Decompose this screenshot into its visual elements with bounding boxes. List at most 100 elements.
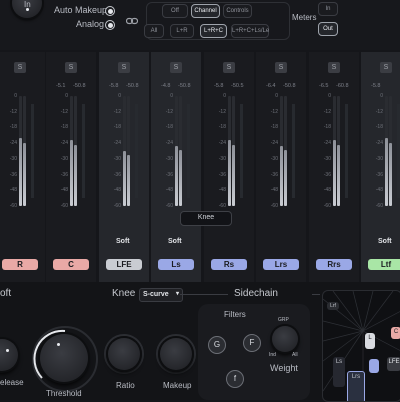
link-lrc-button[interactable]: L+R+C (200, 24, 227, 38)
solo-button[interactable]: S (118, 62, 130, 73)
meter-scale-tick: -60 (60, 203, 68, 209)
level-meter-fill (179, 150, 182, 206)
channel-name-chip[interactable]: Ltf (368, 259, 400, 270)
ratio-label: Ratio (116, 381, 135, 390)
meter-scale-tick: -24 (9, 140, 17, 147)
meter-scale-tick: -48 (9, 187, 17, 194)
solo-button[interactable]: S (65, 62, 77, 73)
solo-button[interactable]: S (14, 62, 26, 73)
auto-makeup-radio[interactable] (105, 6, 115, 16)
makeup-label: Makeup (163, 381, 192, 390)
knob-indicator (6, 349, 9, 352)
speaker-lrf[interactable]: Lrf (327, 302, 339, 310)
analog-radio[interactable] (105, 20, 115, 30)
ratio-knob[interactable] (108, 338, 140, 370)
meter-scale-tick: -48 (113, 187, 121, 194)
level-meter (179, 96, 182, 206)
filter-g-knob[interactable]: G (208, 336, 226, 354)
mode-off-button[interactable]: Off (162, 4, 188, 18)
meter-scale-tick: -18 (60, 124, 68, 131)
release-knob[interactable] (0, 339, 18, 371)
channel-strip: S -4.8 -50.8 0 -12 -18 -24 -30 -36 -48 -60 Soft Ls (151, 52, 201, 282)
solo-button[interactable]: S (380, 62, 392, 73)
knee-label: Knee (112, 288, 136, 299)
divider (312, 294, 320, 295)
meter-scale-tick: 0 (223, 93, 226, 99)
weight-knob[interactable] (272, 326, 298, 352)
solo-button[interactable]: S (275, 62, 287, 73)
peak-in-value: -6.5 (319, 83, 329, 89)
channel-strip: S -5.8 0 -12 -18 -24 -30 -36 -48 -60 Soft Ltf (361, 52, 400, 282)
meter-scale-tick: -18 (375, 124, 383, 131)
speaker-ls[interactable]: Ls (333, 357, 345, 387)
channel-name-chip[interactable]: Rs (211, 259, 247, 270)
meter-scale-tick: -30 (113, 155, 121, 162)
link-icon[interactable] (125, 12, 139, 25)
level-meter-fill (19, 137, 22, 206)
solo-button[interactable]: S (170, 62, 182, 73)
meters-out-button[interactable]: Out (318, 22, 338, 36)
mode-channel-button[interactable]: Channel (191, 4, 220, 18)
meter-scale-tick: -60 (9, 203, 17, 209)
meter-scale-tick: -30 (218, 155, 226, 162)
speaker-lrs[interactable]: Lrs (347, 371, 365, 401)
level-meter-fill (23, 143, 26, 206)
meter-scale-tick: -60 (165, 203, 173, 209)
knee-select[interactable]: S-curve ▾ (139, 288, 183, 302)
level-meter (23, 96, 26, 206)
channel-name-chip[interactable]: C (53, 259, 89, 270)
meter-scale-tick: -12 (60, 108, 68, 115)
meter-scale-tick: -18 (165, 124, 173, 131)
filter-e-knob[interactable]: f (226, 370, 244, 388)
meter-scale-tick: -24 (218, 140, 226, 147)
channel-name-chip[interactable]: Rrs (316, 259, 352, 270)
makeup-knob[interactable] (160, 338, 192, 370)
meter-scale-tick: -48 (270, 187, 278, 194)
channel-name-chip[interactable]: Ls (158, 259, 194, 270)
peak-out-value: -50.8 (73, 83, 86, 89)
level-meter-fill (123, 151, 126, 206)
solo-button[interactable]: S (223, 62, 235, 73)
ind-label: Ind (269, 352, 276, 358)
mode-controls-button[interactable]: Controls (223, 4, 252, 18)
speaker-marker[interactable] (369, 359, 379, 373)
speaker-c[interactable]: C (391, 327, 400, 339)
meter-scale-tick: -30 (375, 155, 383, 162)
gain-reduction-meter (31, 104, 34, 198)
filter-f-knob[interactable]: F (243, 334, 261, 352)
channel-name-chip[interactable]: R (2, 259, 38, 270)
gain-reduction-meter (187, 104, 190, 198)
peak-in-value: -5.8 (214, 83, 224, 89)
gain-reduction-meter (292, 104, 295, 198)
speaker-lfe[interactable]: LFE (387, 357, 400, 371)
filter-e-label: f (233, 374, 237, 383)
meter-scale-tick: 0 (118, 93, 121, 99)
solo-button[interactable]: S (328, 62, 340, 73)
meter-scale-tick: -12 (270, 108, 278, 115)
channel-strip: S -5.8 -50.5 0 -12 -18 -24 -30 -36 -48 -60 Rs (204, 52, 254, 282)
speaker-view[interactable]: Lrf L C Ls Lrs LFE (322, 290, 400, 402)
link-lrcls-button[interactable]: L+R+C+Ls/Le (231, 24, 269, 38)
bottom-panel: oft Knee S-curve ▾ Sidechain elease Thre… (0, 282, 400, 402)
channel-strip: S -6.5 -60.8 0 -12 -18 -24 -30 -36 -48 -60 Rrs (309, 52, 359, 282)
channel-name-chip[interactable]: Lrs (263, 259, 299, 270)
meter-scale-tick: -36 (270, 171, 278, 178)
meter-scale-tick: -36 (60, 171, 68, 178)
level-meter (228, 96, 231, 206)
level-meter-fill (333, 140, 336, 206)
channel-name-chip[interactable]: LFE (106, 259, 142, 270)
speaker-l[interactable]: L (365, 333, 375, 349)
knee-mode-label: Soft (116, 238, 130, 245)
peak-in-value: -6.4 (266, 83, 276, 89)
analog-label: Analog (76, 19, 105, 29)
meters-in-button[interactable]: In (318, 2, 338, 16)
threshold-knob[interactable] (40, 334, 88, 382)
meter-scale-tick: 0 (14, 93, 17, 99)
meter-scale-tick: -60 (218, 203, 226, 209)
link-lr-button[interactable]: L+R (170, 24, 194, 38)
level-meter-fill (389, 143, 392, 206)
level-meter-fill (228, 140, 231, 206)
grp-label: GRP (278, 317, 289, 323)
channel-strip: S -5.1 -50.8 0 -12 -18 -24 -30 -36 -48 -60 C (46, 52, 96, 282)
link-all-button[interactable]: All (144, 24, 164, 38)
